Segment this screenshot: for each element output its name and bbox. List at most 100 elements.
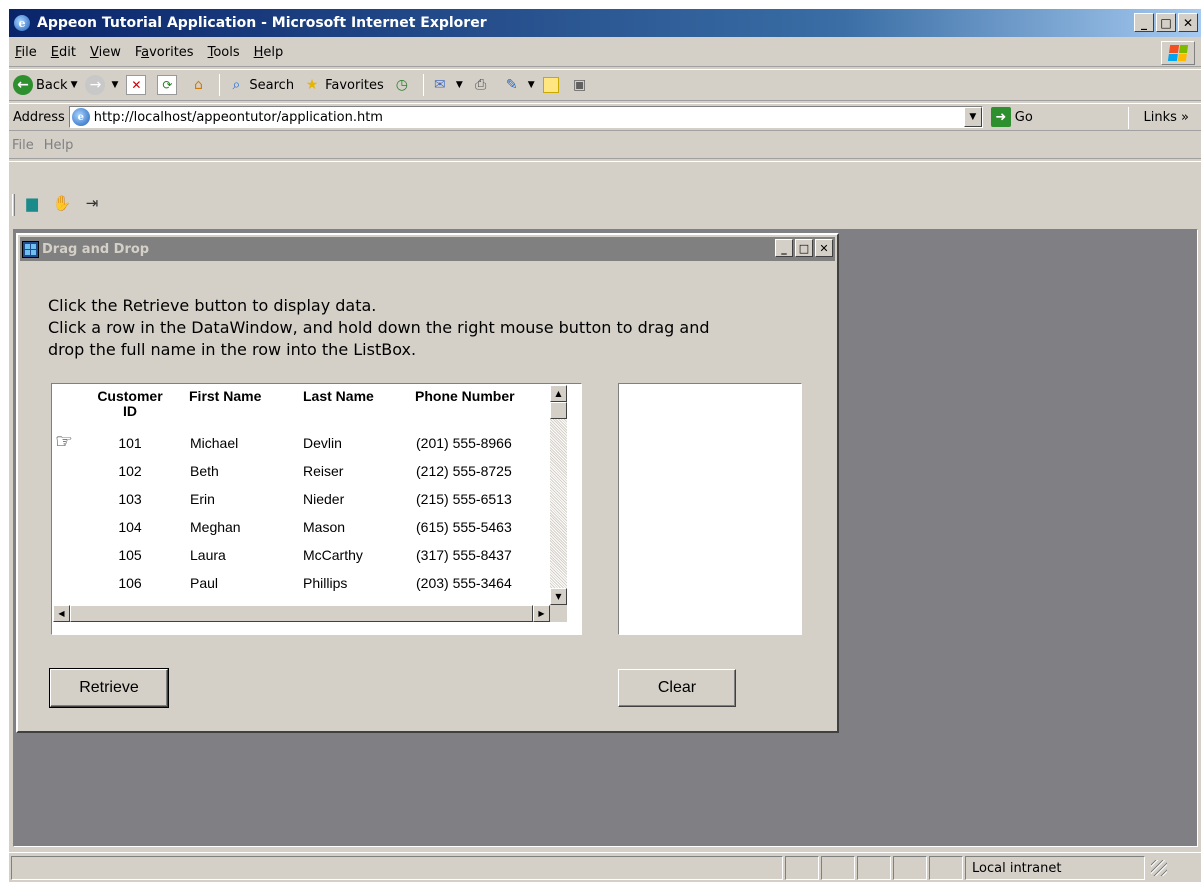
vertical-scrollbar[interactable]: ▲ ▼ — [550, 385, 567, 605]
horizontal-scrollbar[interactable]: ◀ ▶ — [53, 605, 550, 622]
menu-view[interactable]: View — [90, 45, 121, 60]
minimize-button[interactable]: _ — [1134, 13, 1154, 32]
retrieve-button[interactable]: Retrieve — [49, 668, 169, 708]
menu-help[interactable]: Help — [254, 45, 284, 60]
window-controls: _ □ ✕ — [1134, 13, 1198, 32]
forward-button[interactable]: → ▼ — [85, 75, 118, 95]
cell-phone: (317) 555-8437 — [416, 547, 512, 563]
menu-help-rest: elp — [263, 45, 284, 60]
scroll-down-icon[interactable]: ▼ — [550, 588, 567, 605]
cell-first-name: Beth — [190, 463, 219, 479]
cell-customer-id: 106 — [118, 575, 142, 591]
cell-last-name: Mason — [303, 519, 346, 535]
print-button[interactable]: ⎙ — [471, 75, 494, 95]
cell-first-name: Laura — [190, 547, 226, 563]
child-close-button[interactable]: ✕ — [815, 239, 833, 257]
child-title-bar: Drag and Drop _ □ ✕ — [20, 237, 835, 261]
close-button[interactable]: ✕ — [1178, 13, 1198, 32]
address-bar: Address e http://localhost/appeontutor/a… — [9, 103, 1201, 131]
go-button[interactable]: ➜ Go — [990, 107, 1033, 127]
research-button[interactable]: ▣ — [570, 75, 593, 95]
back-icon: ← — [13, 75, 33, 95]
table-row[interactable]: 105 Laura McCarthy (317) 555-8437 — [53, 541, 550, 569]
address-dropdown-icon[interactable]: ▼ — [963, 107, 982, 127]
table-row[interactable]: 104 Meghan Mason (615) 555-5463 — [53, 513, 550, 541]
toolbar-grip[interactable] — [12, 194, 15, 216]
app-toolbar: ▆ ✋ ⇥ — [9, 161, 1201, 227]
horizontal-scroll-thumb[interactable] — [70, 605, 533, 622]
child-minimize-button[interactable]: _ — [775, 239, 793, 257]
discuss-button[interactable] — [542, 77, 562, 93]
child-maximize-button[interactable]: □ — [795, 239, 813, 257]
forward-dropdown-icon[interactable]: ▼ — [111, 80, 118, 90]
table-row[interactable]: 102 Beth Reiser (212) 555-8725 — [53, 457, 550, 485]
refresh-icon: ⟳ — [157, 75, 178, 95]
mail-button[interactable]: ✉ ▼ — [430, 75, 463, 95]
favorites-label: Favorites — [325, 77, 384, 93]
child-window-title: Drag and Drop — [42, 241, 150, 257]
status-pane — [821, 856, 855, 880]
links-separator — [1128, 107, 1129, 129]
discuss-icon — [542, 77, 559, 93]
ie-window: e Appeon Tutorial Application - Microsof… — [8, 8, 1201, 882]
exit-door-icon[interactable]: ⇥ — [81, 192, 103, 214]
cell-last-name: Reiser — [303, 463, 344, 479]
toolbar-separator — [219, 74, 221, 96]
home-button[interactable]: ⌂ — [188, 75, 211, 95]
cell-first-name: Meghan — [190, 519, 241, 535]
maximize-button[interactable]: □ — [1156, 13, 1176, 32]
app-menu-file[interactable]: File — [12, 138, 34, 153]
home-icon: ⌂ — [193, 77, 203, 93]
customer-datawindow[interactable]: Customer ID First Name Last Name Phone N… — [51, 383, 582, 635]
vertical-scroll-thumb[interactable] — [550, 402, 567, 419]
stop-icon: ✕ — [126, 75, 147, 95]
links-label: Links — [1143, 109, 1177, 125]
menu-file-rest: ile — [21, 45, 37, 60]
history-button[interactable]: ◷ — [392, 75, 415, 95]
back-button[interactable]: ← Back ▼ — [13, 75, 77, 95]
table-row[interactable]: ☞ 101 Michael Devlin (201) 555-8966 — [53, 429, 550, 457]
child-window-controls: _ □ ✕ — [775, 239, 833, 257]
address-input[interactable]: e http://localhost/appeontutor/applicati… — [68, 106, 983, 128]
resize-grip-icon[interactable] — [1151, 860, 1167, 876]
cell-customer-id: 104 — [118, 519, 142, 535]
menu-favorites[interactable]: Favorites — [135, 45, 194, 60]
instruction-line: drop the full name in the row into the L… — [48, 340, 417, 359]
refresh-button[interactable]: ⟳ — [157, 75, 180, 95]
menu-view-rest: iew — [98, 45, 121, 60]
menu-edit[interactable]: Edit — [51, 45, 76, 60]
status-pane — [893, 856, 927, 880]
links-button[interactable]: Links » — [1144, 110, 1190, 125]
database-icon[interactable]: ▆ — [21, 192, 43, 214]
scroll-left-icon[interactable]: ◀ — [53, 605, 70, 622]
edit-button[interactable]: ✎ ▼ — [502, 75, 535, 95]
edit-dropdown-icon[interactable]: ▼ — [528, 80, 535, 90]
cell-first-name: Erin — [190, 491, 215, 507]
cell-last-name: Devlin — [303, 435, 342, 451]
history-icon: ◷ — [395, 77, 408, 93]
search-button[interactable]: ⌕ Search — [226, 75, 294, 95]
scroll-right-icon[interactable]: ▶ — [533, 605, 550, 622]
favorites-button[interactable]: ★ Favorites — [302, 75, 384, 95]
window-title: Appeon Tutorial Application - Microsoft … — [37, 15, 487, 31]
security-zone: Local intranet — [965, 856, 1145, 880]
scroll-up-icon[interactable]: ▲ — [550, 385, 567, 402]
mdi-client-area: Drag and Drop _ □ ✕ Click the Retrieve b… — [13, 229, 1198, 847]
stop-button[interactable]: ✕ — [126, 75, 149, 95]
menu-tools[interactable]: Tools — [208, 45, 240, 60]
status-pane — [785, 856, 819, 880]
names-listbox[interactable] — [618, 383, 802, 635]
menu-bar: File Edit View Favorites Tools Help — [9, 39, 1201, 67]
mail-dropdown-icon[interactable]: ▼ — [456, 80, 463, 90]
cell-phone: (203) 555-3464 — [416, 575, 512, 591]
hand-icon[interactable]: ✋ — [51, 192, 73, 214]
forward-icon: → — [85, 75, 106, 95]
app-menu-help[interactable]: Help — [44, 138, 74, 153]
menu-tools-rest: ools — [213, 45, 240, 60]
cell-phone: (615) 555-5463 — [416, 519, 512, 535]
menu-file[interactable]: File — [15, 45, 37, 60]
back-dropdown-icon[interactable]: ▼ — [71, 80, 78, 90]
table-row[interactable]: 103 Erin Nieder (215) 555-6513 — [53, 485, 550, 513]
clear-button[interactable]: Clear — [618, 669, 736, 707]
table-row[interactable]: 106 Paul Phillips (203) 555-3464 — [53, 569, 550, 597]
